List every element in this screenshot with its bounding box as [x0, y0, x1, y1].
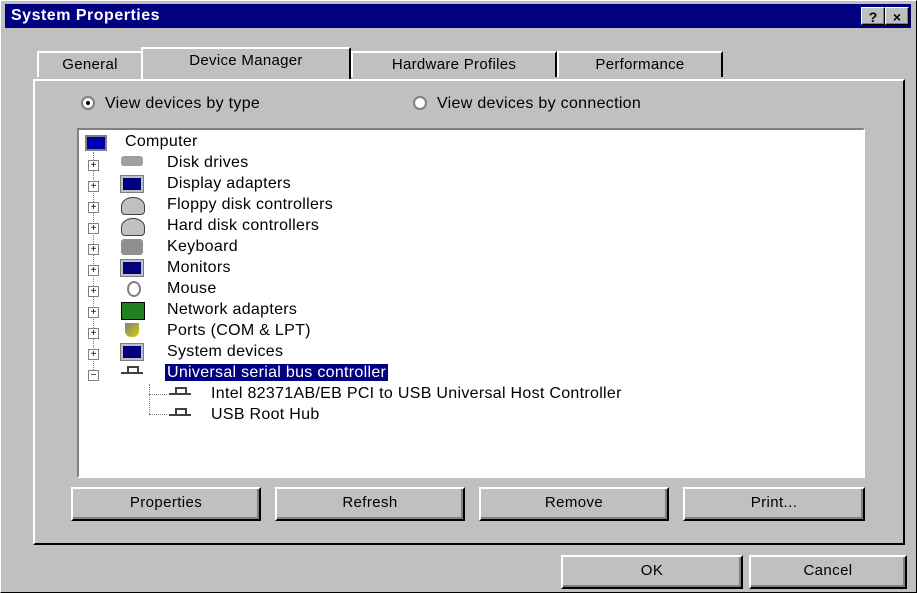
usb-icon	[121, 366, 143, 380]
tab-performance[interactable]: Performance	[557, 51, 723, 77]
tree-line	[149, 414, 167, 415]
tree-item-keyboard[interactable]: Keyboard	[167, 238, 238, 256]
keyboard-icon	[121, 239, 143, 255]
network-adapter-icon	[121, 302, 145, 320]
disk-drive-icon	[121, 156, 143, 166]
expand-icon[interactable]: +	[88, 286, 99, 297]
print-button[interactable]: Print...	[683, 487, 865, 521]
tree-item-hard-disk-controllers[interactable]: Hard disk controllers	[167, 217, 319, 235]
device-tree[interactable]: Computer + Disk drives + Display adapter…	[77, 128, 865, 478]
tab-device-manager[interactable]: Device Manager	[141, 47, 351, 79]
computer-icon	[85, 135, 107, 151]
view-by-type-option[interactable]: View devices by type	[81, 95, 260, 113]
expand-icon[interactable]: +	[88, 202, 99, 213]
tree-item-floppy-disk-controllers[interactable]: Floppy disk controllers	[167, 196, 333, 214]
title-bar[interactable]: System Properties ? ×	[5, 4, 911, 28]
view-by-connection-label: View devices by connection	[437, 95, 642, 112]
tree-item-system-devices[interactable]: System devices	[167, 343, 283, 361]
tab-general[interactable]: General	[37, 51, 143, 77]
tree-item-network-adapters[interactable]: Network adapters	[167, 301, 297, 319]
monitor-icon	[120, 259, 144, 277]
expand-icon[interactable]: +	[88, 328, 99, 339]
radio-unselected-icon[interactable]	[413, 96, 427, 110]
expand-icon[interactable]: +	[88, 244, 99, 255]
system-properties-window: System Properties ? × General Device Man…	[0, 0, 917, 593]
tree-item-display-adapters[interactable]: Display adapters	[167, 175, 291, 193]
usb-icon	[169, 387, 191, 401]
tree-item-ports[interactable]: Ports (COM & LPT)	[167, 322, 311, 340]
expand-icon[interactable]: +	[88, 160, 99, 171]
expand-icon[interactable]: +	[88, 223, 99, 234]
view-by-type-label: View devices by type	[105, 95, 261, 112]
tree-root-computer[interactable]: Computer	[125, 133, 198, 151]
usb-icon	[169, 408, 191, 422]
tree-line	[149, 394, 167, 395]
help-button[interactable]: ?	[861, 7, 885, 25]
refresh-button[interactable]: Refresh	[275, 487, 465, 521]
tree-item-mouse[interactable]: Mouse	[167, 280, 217, 298]
tree-item-disk-drives[interactable]: Disk drives	[167, 154, 249, 172]
hard-disk-controller-icon	[121, 218, 145, 236]
radio-selected-icon[interactable]	[81, 96, 95, 110]
expand-icon[interactable]: +	[88, 307, 99, 318]
cancel-button[interactable]: Cancel	[749, 555, 907, 589]
collapse-icon[interactable]: −	[88, 370, 99, 381]
window-title: System Properties	[11, 7, 161, 24]
close-button[interactable]: ×	[885, 7, 909, 25]
mouse-icon	[127, 281, 141, 297]
system-devices-icon	[120, 343, 144, 361]
tree-item-usb-host-controller[interactable]: Intel 82371AB/EB PCI to USB Universal Ho…	[211, 385, 622, 403]
remove-button[interactable]: Remove	[479, 487, 669, 521]
view-by-connection-option[interactable]: View devices by connection	[413, 95, 641, 113]
port-icon	[125, 323, 139, 337]
expand-icon[interactable]: +	[88, 181, 99, 192]
expand-icon[interactable]: +	[88, 349, 99, 360]
expand-icon[interactable]: +	[88, 265, 99, 276]
tree-item-monitors[interactable]: Monitors	[167, 259, 231, 277]
ok-button[interactable]: OK	[561, 555, 743, 589]
properties-button[interactable]: Properties	[71, 487, 261, 521]
tree-item-usb-controller[interactable]: Universal serial bus controller	[163, 363, 390, 382]
floppy-controller-icon	[121, 197, 145, 215]
display-adapter-icon	[120, 175, 144, 193]
tab-hardware-profiles[interactable]: Hardware Profiles	[351, 51, 557, 77]
selected-label: Universal serial bus controller	[163, 363, 390, 382]
tree-line	[149, 384, 150, 414]
tree-item-usb-root-hub[interactable]: USB Root Hub	[211, 406, 320, 424]
